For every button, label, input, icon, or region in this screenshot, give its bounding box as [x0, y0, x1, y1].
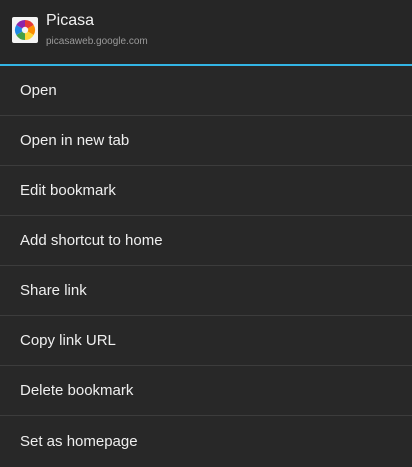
menu-item-delete-bookmark[interactable]: Delete bookmark [0, 366, 412, 416]
menu-item-open[interactable]: Open [0, 66, 412, 116]
picasa-logo-icon [12, 17, 38, 43]
menu-item-add-shortcut-to-home[interactable]: Add shortcut to home [0, 216, 412, 266]
menu-item-share-link[interactable]: Share link [0, 266, 412, 316]
menu-item-set-as-homepage[interactable]: Set as homepage [0, 416, 412, 466]
header-divider [0, 64, 412, 66]
page-title: Picasa [46, 12, 95, 29]
page-url: picasaweb.google.com [46, 36, 148, 47]
menu-item-open-in-new-tab[interactable]: Open in new tab [0, 116, 412, 166]
menu-item-copy-link-url[interactable]: Copy link URL [0, 316, 412, 366]
menu-list: Open Open in new tab Edit bookmark Add s… [0, 66, 412, 466]
bookmark-context-menu: Picasa picasaweb.google.com Open Open in… [0, 0, 412, 467]
menu-header: Picasa picasaweb.google.com [0, 0, 412, 66]
menu-item-edit-bookmark[interactable]: Edit bookmark [0, 166, 412, 216]
